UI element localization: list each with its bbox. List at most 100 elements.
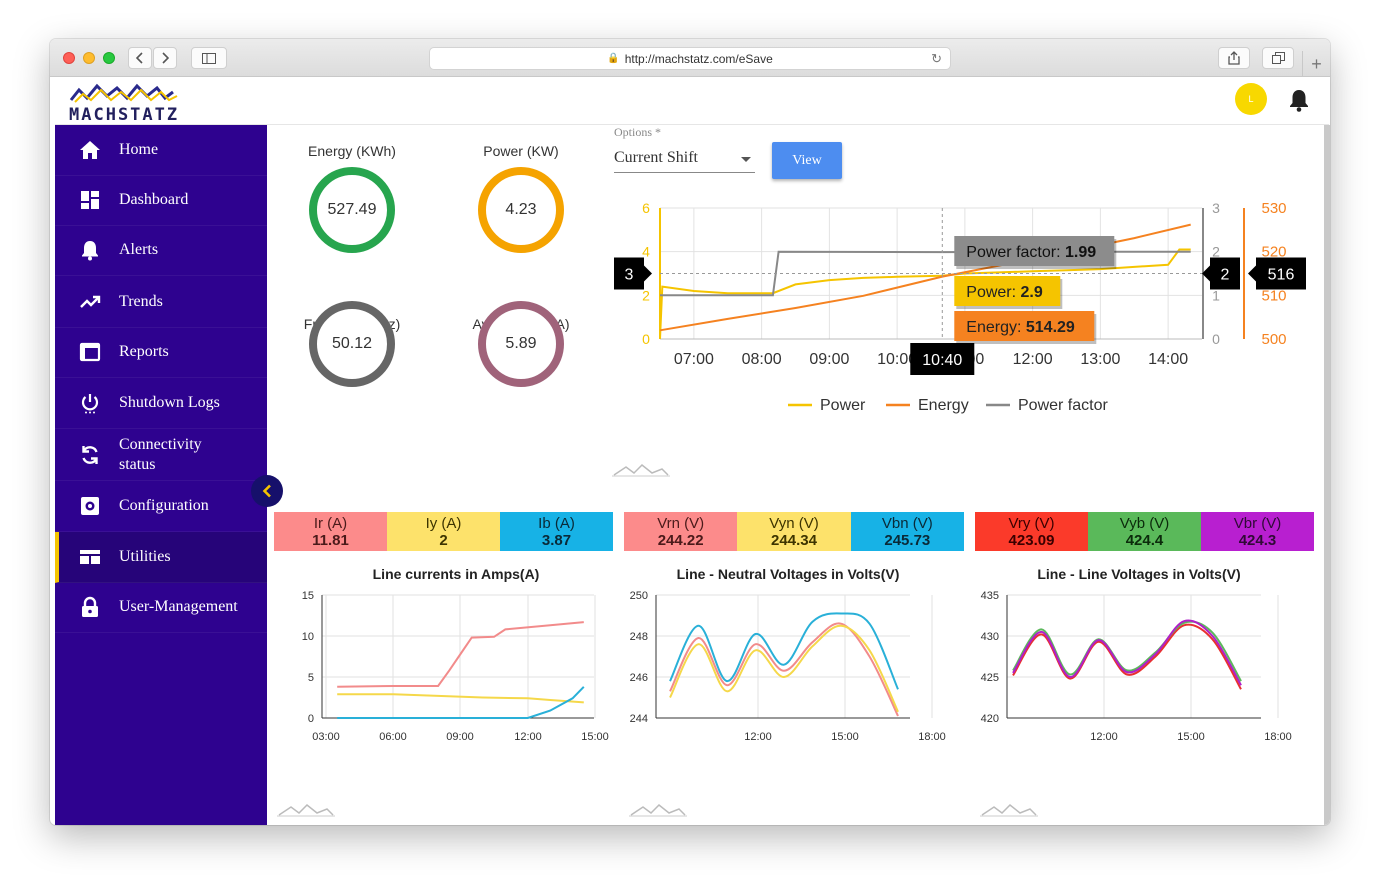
chart-title: Line - Neutral Voltages in Volts(V) — [677, 566, 900, 582]
x-tick-label: 13:00 — [1080, 351, 1120, 368]
sync-icon — [82, 445, 98, 464]
line-neutral-voltages-chart: Line - Neutral Voltages in Volts(V) 244 24… — [630, 566, 946, 743]
address-bar[interactable]: 🔒 http://machstatz.com/eSave ↻ — [429, 47, 951, 70]
x-tick-label: 12:00 — [514, 731, 542, 743]
y-energy-crosshair-marker-text: 516 — [1268, 267, 1295, 284]
trending-up-icon — [80, 295, 101, 308]
main-content: Energy (KWh) 527.49 Power (KW) 4.23 Freq… — [267, 125, 1330, 825]
x-tick-label: 09:00 — [809, 351, 849, 368]
forward-button[interactable] — [153, 47, 177, 69]
dashboard-icon — [81, 191, 99, 209]
y-tick-label: 10 — [302, 631, 314, 643]
y-tick-label: 248 — [630, 631, 648, 643]
share-button[interactable] — [1218, 47, 1250, 69]
metric-value: 423.09 — [1008, 531, 1055, 549]
sidebar-item-connectivity-status[interactable]: Connectivity status — [55, 429, 267, 481]
y-right-tick-label: 1 — [1212, 287, 1220, 303]
power-factor-tooltip-text: Power factor: 1.99 — [966, 244, 1096, 261]
gauge-title-energy: Energy (KWh) — [308, 143, 396, 159]
sidebar-item-shutdown-logs[interactable]: Shutdown Logs — [55, 378, 267, 429]
sidebar-item-label: Shutdown Logs — [119, 394, 220, 411]
power-tooltip-value: 2.9 — [1021, 284, 1043, 301]
sidebar-item-reports[interactable]: Reports — [55, 327, 267, 378]
y-tick-label: 420 — [981, 713, 999, 725]
minimize-window-button[interactable] — [83, 52, 95, 64]
metric-label: Vrn (V) — [657, 514, 705, 532]
lock-icon: 🔒 — [607, 53, 620, 64]
zoom-window-button[interactable] — [103, 52, 115, 64]
metric-label: Vbn (V) — [881, 514, 933, 532]
x-tick-label: 03:00 — [312, 731, 340, 743]
y-tick-label: 435 — [981, 590, 999, 602]
line-currents-chart: Line currents in Amps(A) 0 5 10 15 03:00 06:00… — [302, 566, 609, 743]
power-tooltip-text: Power: 2.9 — [966, 284, 1043, 301]
metric-value: 424.3 — [1238, 531, 1277, 549]
metric-label: Vbr (V) — [1233, 514, 1282, 532]
y-left-tick-label: 0 — [642, 331, 650, 347]
y-left-crosshair-marker: 3 — [614, 257, 652, 290]
energy-value: 527.49 — [327, 201, 377, 218]
sidebar-item-dashboard[interactable]: Dashboard — [55, 175, 267, 226]
x-tick-label: 12:00 — [1090, 731, 1118, 743]
collapse-sidebar-button[interactable] — [251, 475, 283, 507]
metric-value: 244.22 — [657, 531, 704, 549]
energy-tooltip-label: Energy: — [966, 319, 1026, 336]
back-button[interactable] — [128, 47, 152, 69]
logo-text: MACHSTATZ — [69, 105, 180, 125]
metric-vbn: Vbn (V) 245.73 — [850, 512, 964, 551]
metric-label: Ir (A) — [313, 514, 348, 532]
user-avatar[interactable]: L — [1235, 83, 1267, 115]
metric-vyb: Vyb (V) 424.4 — [1088, 512, 1201, 551]
metric-value: 11.81 — [312, 531, 349, 549]
x-tick-label: 18:00 — [918, 731, 946, 743]
x-tick-label: 08:00 — [742, 351, 782, 368]
page-scrollbar[interactable] — [1324, 125, 1330, 825]
sidebar-toggle-button[interactable] — [191, 47, 227, 69]
x-crosshair-marker: 10:40 — [910, 343, 975, 375]
logo-wave-icon — [69, 83, 178, 103]
metric-vrn: Vrn (V) 244.22 — [624, 512, 738, 551]
new-tab-button[interactable]: + — [1302, 51, 1330, 77]
y-tick-label: 430 — [981, 631, 999, 643]
x-tick-label: 15:00 — [831, 731, 859, 743]
reports-icon — [79, 342, 101, 362]
sidebar-item-label: Trends — [119, 293, 163, 310]
utilities-icon — [80, 550, 100, 564]
metric-label: Vry (V) — [1008, 514, 1055, 532]
energy-tooltip-text: Energy: 514.29 — [966, 319, 1075, 336]
sidebar-item-utilities[interactable]: Utilities — [55, 532, 267, 583]
app-header: MACHSTATZ L — [55, 78, 1329, 125]
x-tick-label: 09:00 — [446, 731, 474, 743]
machstatz-logo[interactable]: MACHSTATZ — [69, 80, 181, 125]
y-tick-label: 0 — [308, 713, 314, 725]
x-crosshair-marker-text: 10:40 — [922, 352, 962, 369]
y-left-tick-label: 2 — [642, 287, 650, 303]
power-factor-tooltip-label: Power factor: — [966, 244, 1065, 261]
sidebar-item-configuration[interactable]: Configuration — [55, 481, 267, 532]
y-tick-label: 244 — [630, 713, 648, 725]
sidebar-item-trends[interactable]: Trends — [55, 277, 267, 328]
sidebar-item-label: Utilities — [119, 548, 171, 565]
sidebar-item-user-management[interactable]: User-Management — [55, 582, 267, 633]
url-text: http://machstatz.com/eSave — [624, 51, 773, 66]
legend-label: Power — [820, 397, 866, 414]
chevron-left-icon — [136, 52, 143, 64]
close-window-button[interactable] — [63, 52, 75, 64]
power-icon — [81, 394, 99, 414]
notification-bell-icon[interactable] — [1288, 88, 1310, 112]
browser-titlebar: 🔒 http://machstatz.com/eSave ↻ + — [50, 39, 1330, 77]
y-energy-crosshair-marker: 516 — [1248, 257, 1306, 290]
settings-box-icon — [81, 497, 99, 515]
sidebar-item-home[interactable]: Home — [55, 125, 267, 176]
line-line-voltages-chart: Line - Line Voltages in Volts(V) 420 425 43… — [981, 566, 1292, 743]
y-right-tick-label: 0 — [1212, 331, 1220, 347]
tabs-button[interactable] — [1262, 47, 1294, 69]
sidebar-icon — [202, 52, 216, 64]
neutral-voltage-metrics-strip: Vrn (V) 244.22 Vyn (V) 244.34 Vbn (V) 245.73 — [624, 512, 964, 551]
sidebar-item-alerts[interactable]: Alerts — [55, 225, 267, 276]
reload-icon[interactable]: ↻ — [931, 51, 942, 67]
y-energy-tick-label: 530 — [1261, 200, 1286, 217]
x-tick-label: 07:00 — [674, 351, 714, 368]
metric-value: 3.87 — [541, 531, 572, 549]
sidebar-item-label: Home — [119, 141, 159, 158]
